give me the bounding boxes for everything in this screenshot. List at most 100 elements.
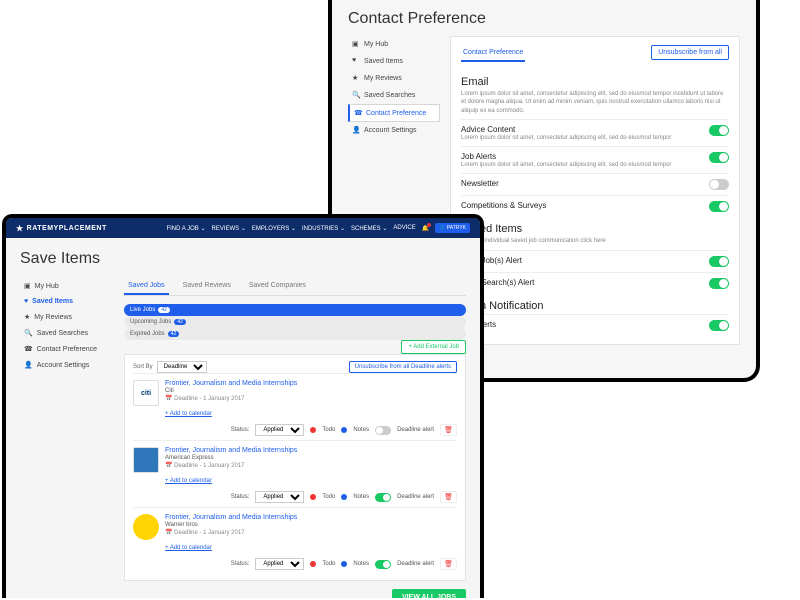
todo-dot-icon xyxy=(310,561,316,567)
add-calendar-link[interactable]: + Add to calendar xyxy=(165,478,212,484)
nav-reviews[interactable]: REVIEWS ⌄ xyxy=(212,225,246,232)
sidebar-item-contact[interactable]: ☎Contact Preference xyxy=(348,104,440,122)
tab-saved-reviews[interactable]: Saved Reviews xyxy=(179,278,235,295)
unsubscribe-all-button[interactable]: Unsubscribe from all xyxy=(651,45,729,60)
nav-employers[interactable]: EMPLOYERS ⌄ xyxy=(252,225,296,232)
notes-dot-icon xyxy=(341,561,347,567)
job-company: American Express xyxy=(165,455,457,461)
deadline-toggle[interactable] xyxy=(375,426,391,435)
tabs: Saved Jobs Saved Reviews Saved Companies xyxy=(124,278,466,296)
todo-link[interactable]: Todo xyxy=(322,427,335,433)
notes-link[interactable]: Notes xyxy=(353,494,369,500)
sidebar-item-hub[interactable]: ▣My Hub xyxy=(348,36,440,53)
deadline-toggle[interactable] xyxy=(375,493,391,502)
sort-select[interactable]: Deadline xyxy=(157,361,207,373)
bell-icon[interactable]: 🔔 xyxy=(422,225,429,232)
deadline-toggle[interactable] xyxy=(375,560,391,569)
sidebar-item-searches[interactable]: 🔍Saved Searches xyxy=(20,325,114,341)
status-select[interactable]: Applied xyxy=(255,424,304,436)
todo-dot-icon xyxy=(310,427,316,433)
brand-logo[interactable]: ★RATEMYPLACEMENT xyxy=(16,224,107,233)
job-deadline: 📅 Deadline - 1 January 2017 xyxy=(165,395,457,402)
add-calendar-link[interactable]: + Add to calendar xyxy=(165,545,212,551)
sort-label: Sort By xyxy=(133,364,153,370)
view-all-button[interactable]: VIEW ALL JOBS xyxy=(392,589,466,598)
add-calendar-link[interactable]: + Add to calendar xyxy=(165,411,212,417)
toggle-save-jobs[interactable] xyxy=(709,256,729,267)
pill-expired[interactable]: Expired Jobs42 xyxy=(124,328,466,340)
pref-row: Job AlertsLorem ipsum dolor sit amet, co… xyxy=(461,146,729,173)
notes-dot-icon xyxy=(341,427,347,433)
push-heading: Push Notification xyxy=(461,300,729,312)
star-icon: ★ xyxy=(16,224,24,233)
pref-row: Newsletter xyxy=(461,173,729,195)
job-row: Frontier, Journalism and Media Internshi… xyxy=(133,507,457,574)
sidebar-item-saved[interactable]: ♥Saved Items xyxy=(20,294,114,309)
notes-link[interactable]: Notes xyxy=(353,561,369,567)
user-badge[interactable]: 👤 PATRYK xyxy=(435,223,470,233)
notes-dot-icon xyxy=(341,494,347,500)
saved-desc: Manage individual saved job communicatio… xyxy=(461,237,729,245)
notes-link[interactable]: Notes xyxy=(353,427,369,433)
pill-live[interactable]: Live Jobs42 xyxy=(124,304,466,316)
nav-advice[interactable]: ADVICE xyxy=(393,225,415,231)
status-select[interactable]: Applied xyxy=(255,491,304,503)
job-company: Citi xyxy=(165,388,457,394)
pill-upcoming[interactable]: Upcoming Jobs42 xyxy=(124,316,466,328)
sidebar-item-reviews[interactable]: ★My Reviews xyxy=(348,70,440,87)
job-deadline: 📅 Deadline - 1 January 2017 xyxy=(165,462,457,469)
laptop-frame: ★RATEMYPLACEMENT FIND A JOB ⌄ REVIEWS ⌄ … xyxy=(2,214,484,598)
pref-row: Job Alerts xyxy=(461,314,729,336)
tab-saved-jobs[interactable]: Saved Jobs xyxy=(124,278,169,295)
jobs-card: Sort By Deadline Unsubscribe from all De… xyxy=(124,354,466,581)
toggle-newsletter[interactable] xyxy=(709,179,729,190)
company-logo xyxy=(133,514,159,540)
pref-row: Save Job(s) Alert xyxy=(461,250,729,272)
tab-saved-companies[interactable]: Saved Companies xyxy=(245,278,310,295)
job-title[interactable]: Frontier, Journalism and Media Internshi… xyxy=(165,380,457,387)
nav-industries[interactable]: INDUSTRIES ⌄ xyxy=(302,225,345,232)
todo-link[interactable]: Todo xyxy=(322,494,335,500)
toggle-job-alerts[interactable] xyxy=(709,152,729,163)
job-deadline: 📅 Deadline - 1 January 2017 xyxy=(165,529,457,536)
company-logo xyxy=(133,447,159,473)
todo-link[interactable]: Todo xyxy=(322,561,335,567)
page-title: Save Items xyxy=(20,250,466,268)
job-title[interactable]: Frontier, Journalism and Media Internshi… xyxy=(165,447,457,454)
sidebar-item-account[interactable]: 👤Account Settings xyxy=(348,122,440,139)
sidebar-item-searches[interactable]: 🔍Saved Searches xyxy=(348,87,440,104)
job-row: Frontier, Journalism and Media Internshi… xyxy=(133,440,457,507)
email-heading: Email xyxy=(461,76,729,88)
trash-icon[interactable]: 🗑 xyxy=(440,424,457,436)
toggle-advice[interactable] xyxy=(709,125,729,136)
toggle-competitions[interactable] xyxy=(709,201,729,212)
job-row: citi Frontier, Journalism and Media Inte… xyxy=(133,373,457,440)
trash-icon[interactable]: 🗑 xyxy=(440,558,457,570)
sidebar-item-reviews[interactable]: ★My Reviews xyxy=(20,309,114,325)
unsubscribe-deadline-button[interactable]: Unsubscribe from all Deadline alerts xyxy=(349,361,457,373)
todo-dot-icon xyxy=(310,494,316,500)
job-title[interactable]: Frontier, Journalism and Media Internshi… xyxy=(165,514,457,521)
tab-contact-pref[interactable]: Contact Preference xyxy=(461,45,525,62)
page-title: Contact Preference xyxy=(348,10,740,28)
toggle-save-search[interactable] xyxy=(709,278,729,289)
status-select[interactable]: Applied xyxy=(255,558,304,570)
main-panel: Contact Preference Unsubscribe from all … xyxy=(450,36,740,345)
toggle-push-alerts[interactable] xyxy=(709,320,729,331)
pref-row: Advice ContentLorem ipsum dolor sit amet… xyxy=(461,119,729,146)
nav-find-job[interactable]: FIND A JOB ⌄ xyxy=(166,225,205,232)
pref-row: Competitions & Surveys xyxy=(461,195,729,217)
sidebar-item-account[interactable]: 👤Account Settings xyxy=(20,357,114,373)
sidebar: ▣My Hub ♥Saved Items ★My Reviews 🔍Saved … xyxy=(20,278,114,598)
sidebar-item-contact[interactable]: ☎Contact Preference xyxy=(20,341,114,357)
top-nav: ★RATEMYPLACEMENT FIND A JOB ⌄ REVIEWS ⌄ … xyxy=(6,218,480,238)
nav-schemes[interactable]: SCHEMES ⌄ xyxy=(351,225,387,232)
add-external-button[interactable]: Add External Job xyxy=(401,340,466,354)
job-company: Warner bros xyxy=(165,522,457,528)
sidebar-item-hub[interactable]: ▣My Hub xyxy=(20,278,114,294)
trash-icon[interactable]: 🗑 xyxy=(440,491,457,503)
pref-row: Save Search(s) Alert xyxy=(461,272,729,294)
sidebar-item-saved[interactable]: ♥Saved Items xyxy=(348,53,440,70)
email-desc: Lorem ipsum dolor sit amet, consectetur … xyxy=(461,90,729,115)
saved-heading: Saved Items xyxy=(461,223,729,235)
